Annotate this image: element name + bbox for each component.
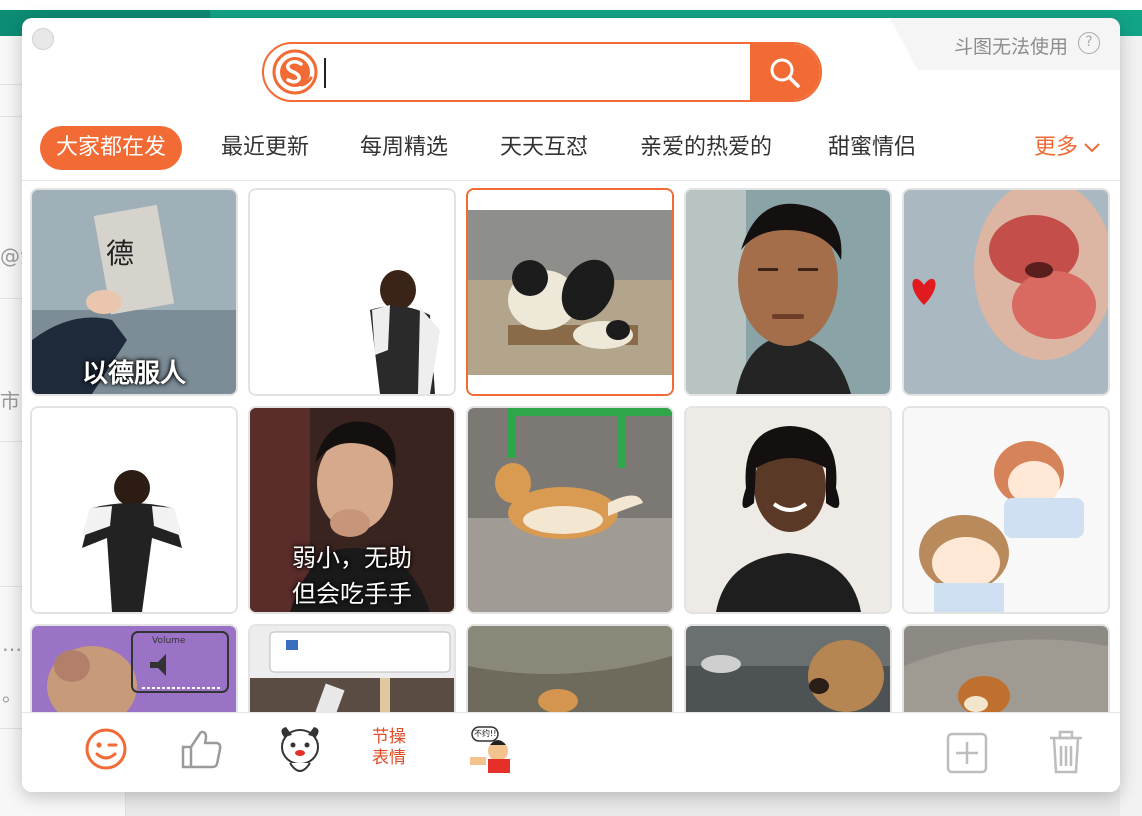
wink-face-icon[interactable] (84, 727, 128, 771)
search-icon (770, 58, 800, 88)
trash-icon[interactable] (1048, 730, 1084, 774)
background-text: 市 (0, 389, 20, 413)
footer-toolbar: 节操 表情 不约!! (22, 713, 1120, 792)
corner-notice: 斗图无法使用 (953, 36, 1068, 58)
divider (22, 180, 1120, 181)
jiecao-sticker-pack[interactable]: 节操 表情 (372, 727, 406, 769)
sticker-item[interactable] (684, 406, 892, 614)
sticker-image (686, 626, 890, 712)
sticker-image (904, 626, 1108, 712)
sticker-image (32, 408, 236, 612)
sticker-item[interactable] (684, 188, 892, 396)
sticker-image (904, 190, 1108, 394)
search-input[interactable] (324, 50, 748, 96)
more-label: 更多 (1033, 135, 1078, 160)
buyue-sticker-pack[interactable]: 不约!! (468, 725, 516, 775)
sticker-overlay-text: Volume (152, 636, 186, 646)
sticker-item[interactable] (902, 406, 1110, 614)
sticker-image (686, 190, 890, 394)
close-button[interactable] (32, 28, 54, 50)
sticker-sign-text: 德 (106, 237, 135, 270)
sticker-item[interactable] (466, 406, 674, 614)
thumbs-up-icon[interactable] (180, 727, 224, 771)
chevron-down-icon (1084, 143, 1100, 153)
tab-dajia[interactable]: 大家都在发 (40, 126, 183, 170)
sticker-item[interactable] (902, 188, 1110, 396)
sticker-item-selected[interactable] (466, 188, 674, 396)
question-icon[interactable]: ? (1078, 32, 1100, 54)
tab-qinai[interactable]: 亲爱的热爱的 (640, 126, 772, 170)
sogou-logo-icon (272, 49, 318, 95)
sticker-image (686, 408, 890, 612)
tab-weekly[interactable]: 每周精选 (360, 126, 448, 170)
add-square-icon[interactable] (946, 732, 988, 774)
jiecao-label: 节操 (372, 727, 406, 747)
sticker-grid: 德 以德服人 弱小，无助 但会吃手手 Volume (30, 188, 1120, 712)
sticker-item[interactable] (248, 188, 456, 396)
sticker-image (468, 408, 672, 612)
sticker-image (250, 190, 454, 394)
sticker-caption: 以德服人 (81, 359, 186, 389)
jiecao-label: 表情 (372, 748, 406, 768)
sticker-item[interactable]: Volume (30, 624, 238, 712)
sticker-item[interactable] (684, 624, 892, 712)
text-caret (324, 58, 326, 88)
more-button[interactable]: 更多 (1034, 126, 1100, 170)
sticker-item[interactable] (466, 624, 674, 712)
category-tabs: 大家都在发 最近更新 每周精选 天天互怼 亲爱的热爱的 甜蜜情侣 更多 (40, 126, 1100, 170)
search-button[interactable] (750, 44, 820, 100)
sticker-item[interactable] (30, 406, 238, 614)
dog-mascot-icon[interactable] (276, 723, 324, 779)
tab-recent[interactable]: 最近更新 (221, 126, 309, 170)
background-text: … (2, 632, 22, 656)
sticker-image (904, 408, 1108, 612)
background-right-edge (1120, 36, 1142, 816)
sticker-item[interactable]: 德 以德服人 (30, 188, 238, 396)
sticker-item[interactable] (248, 624, 456, 712)
tab-hudui[interactable]: 天天互怼 (500, 126, 588, 170)
sticker-image (468, 190, 672, 394)
sticker-image (32, 626, 236, 712)
sticker-image (468, 626, 672, 712)
sticker-item[interactable]: 弱小，无助 但会吃手手 (248, 406, 456, 614)
sticker-caption: 弱小，无助 (292, 544, 412, 572)
sticker-caption: 但会吃手手 (292, 580, 412, 608)
background-text: 。 (2, 682, 22, 706)
sticker-item[interactable] (902, 624, 1110, 712)
search-bar (262, 42, 822, 102)
emoji-panel: 斗图无法使用 ? 大家都在发 最近更新 每周精选 天天互怼 亲爱的热爱的 甜蜜情… (22, 18, 1120, 792)
tab-tianmi[interactable]: 甜蜜情侣 (828, 126, 916, 170)
sticker-image (250, 626, 454, 712)
sticker-text: 不约!! (474, 729, 497, 738)
